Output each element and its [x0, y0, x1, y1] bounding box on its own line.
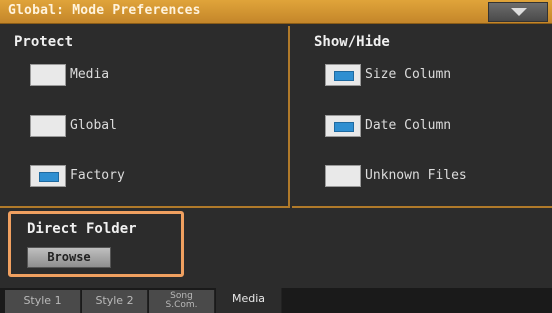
- protect-global-checkbox[interactable]: [30, 115, 66, 137]
- direct-folder-title: Direct Folder: [27, 221, 137, 237]
- protect-global-label: Global: [70, 118, 117, 133]
- title-bar: Global: Mode Preferences: [0, 0, 552, 24]
- protect-factory-checkbox[interactable]: [30, 165, 66, 187]
- show-hide-panel: Show/Hide Size Column Date Column Unknow…: [292, 26, 552, 208]
- protect-title: Protect: [14, 34, 74, 50]
- unknown-files-checkbox[interactable]: [325, 165, 361, 187]
- protect-factory-label: Factory: [70, 168, 125, 183]
- tab-bar: Style 1 Style 2 Song S.Com. Media: [0, 288, 552, 313]
- page-title: Global: Mode Preferences: [8, 3, 201, 18]
- size-column-checkbox[interactable]: [325, 64, 361, 86]
- protect-media-label: Media: [70, 67, 110, 82]
- date-column-checkbox[interactable]: [325, 115, 361, 137]
- tab-media[interactable]: Media: [216, 288, 282, 313]
- page-menu-button[interactable]: [488, 2, 548, 22]
- protect-panel: Protect Media Global Factory: [0, 26, 290, 208]
- direct-folder-section: Direct Folder Browse: [8, 211, 184, 277]
- unknown-files-label: Unknown Files: [365, 168, 467, 183]
- date-column-label: Date Column: [365, 118, 452, 133]
- browse-button[interactable]: Browse: [27, 247, 111, 268]
- tab-style-1[interactable]: Style 1: [5, 290, 81, 313]
- size-column-label: Size Column: [365, 67, 452, 82]
- tab-song-sound-commands[interactable]: Song S.Com.: [149, 290, 215, 313]
- show-hide-title: Show/Hide: [314, 34, 390, 50]
- protect-media-checkbox[interactable]: [30, 64, 66, 86]
- tab-style-2[interactable]: Style 2: [82, 290, 148, 313]
- chevron-down-icon: [511, 8, 527, 16]
